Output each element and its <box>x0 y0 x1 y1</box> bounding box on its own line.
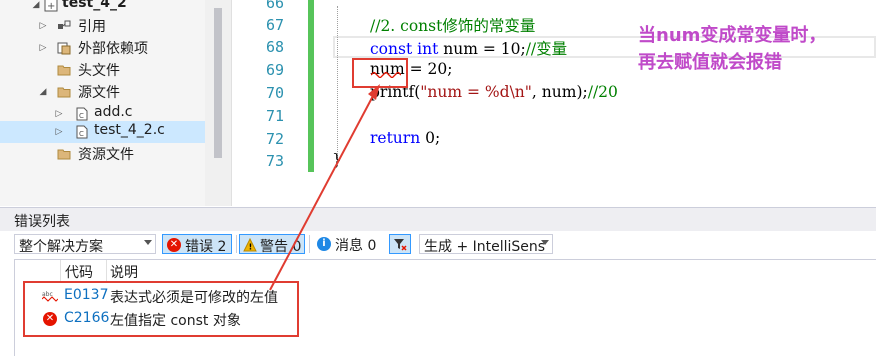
project-icon: + <box>44 0 58 12</box>
tree-item-external-deps[interactable]: ▷ 外部依赖项 <box>0 37 205 59</box>
error-icon: ✕ <box>167 238 181 252</box>
code-text: 0; <box>425 129 441 147</box>
code-text: } <box>332 151 342 169</box>
line-number: 66 <box>265 0 284 12</box>
annotation-note: 当num变成常变量时， 再去赋值就会报错 <box>638 22 874 76</box>
code-comment: //变量 <box>525 40 568 58</box>
expander-icon[interactable]: ◢ <box>38 84 48 100</box>
errors-filter-button[interactable]: ✕ 错误 2 <box>162 234 232 255</box>
tree-item-source-files[interactable]: ◢ 源文件 <box>0 81 205 103</box>
tree-item-resource-files[interactable]: 资源文件 <box>0 143 205 165</box>
error-list-header: 错误列表 <box>0 207 876 232</box>
annotation-line: 再去赋值就会报错 <box>638 52 782 73</box>
errors-filter-label: 错误 2 <box>185 239 227 255</box>
code-text: , num); <box>531 83 588 101</box>
tree-item-label: test_4_2.c <box>94 122 165 138</box>
code-text: num = 10; <box>443 40 526 58</box>
line-number: 70 <box>265 84 284 102</box>
warnings-filter-button[interactable]: ! 警告 0 <box>239 234 305 255</box>
line-number: 67 <box>265 16 284 34</box>
change-tracking-bar <box>308 0 314 172</box>
annotation-line: 当num变成常变量时， <box>638 25 827 46</box>
code-line-68[interactable]: const int num = 10;//变量 <box>370 37 567 59</box>
svg-text:C: C <box>79 112 84 120</box>
column-separator[interactable] <box>106 260 107 282</box>
chevron-down-icon <box>144 240 152 245</box>
external-deps-icon <box>57 42 71 55</box>
filter-icon <box>394 239 407 251</box>
line-number: 73 <box>265 152 284 170</box>
vertical-scrollbar[interactable] <box>205 0 232 206</box>
svg-text:!: ! <box>249 243 253 252</box>
column-header-code[interactable]: 代码 <box>65 262 93 282</box>
code-comment: //2. const修饰的常变量 <box>370 17 536 35</box>
folder-icon <box>57 149 71 160</box>
scope-dropdown-value: 整个解决方案 <box>19 239 103 255</box>
tree-item-label: 头文件 <box>78 63 120 79</box>
tree-item-label: 引用 <box>78 19 106 35</box>
expander-icon[interactable]: ▷ <box>54 106 64 122</box>
line-number: 68 <box>265 38 284 56</box>
build-filter-value: 生成 + IntelliSens <box>424 239 546 255</box>
warning-icon: ! <box>243 238 257 252</box>
line-number: 72 <box>265 130 284 148</box>
tree-item-label: 源文件 <box>78 85 120 101</box>
toolbar-separator <box>236 235 237 253</box>
line-number: 71 <box>265 107 284 125</box>
tree-item-label: add.c <box>94 104 133 120</box>
c-file-icon: C <box>76 107 88 121</box>
references-icon <box>58 20 71 29</box>
expander-icon[interactable]: ▷ <box>38 40 48 56</box>
scrollbar-thumb[interactable] <box>214 8 222 158</box>
folder-icon <box>57 87 71 98</box>
folder-icon <box>57 65 71 76</box>
tree-item-references[interactable]: ▷ 引用 <box>0 15 205 37</box>
tree-item-label: test_4_2 <box>62 0 127 11</box>
code-line-73[interactable]: } <box>332 151 342 169</box>
code-keyword: int <box>417 40 439 58</box>
scope-dropdown[interactable]: 整个解决方案 <box>14 234 156 255</box>
info-icon: i <box>317 237 331 251</box>
tree-item-test-4-2-c[interactable]: ▷ C test_4_2.c <box>0 121 205 143</box>
tree-item-label: 资源文件 <box>78 147 134 163</box>
tree-item-header-files[interactable]: 头文件 <box>0 59 205 81</box>
messages-filter-label: 消息 0 <box>335 238 377 254</box>
warnings-filter-label: 警告 0 <box>260 239 302 255</box>
code-keyword: const <box>370 40 413 58</box>
expander-icon[interactable]: ▷ <box>54 124 64 140</box>
messages-filter-button[interactable]: i 消息 0 <box>313 234 383 254</box>
code-keyword: return <box>370 129 421 147</box>
expander-icon[interactable]: ◢ <box>31 0 41 13</box>
error-list-title: 错误列表 <box>14 214 70 230</box>
tree-item-project[interactable]: ◢ + test_4_2 <box>0 0 205 16</box>
build-filter-dropdown[interactable]: 生成 + IntelliSens <box>419 234 553 255</box>
highlight-box-code <box>352 58 408 88</box>
indent-guide <box>337 6 338 166</box>
column-separator[interactable] <box>60 260 61 282</box>
expander-icon[interactable]: ▷ <box>38 18 48 34</box>
tree-item-label: 外部依赖项 <box>78 41 148 57</box>
chevron-down-icon <box>541 240 549 245</box>
column-header-description[interactable]: 说明 <box>110 262 138 282</box>
filter-toggle-button[interactable] <box>389 234 411 254</box>
line-number: 69 <box>265 61 284 79</box>
svg-text:+: + <box>47 1 55 12</box>
code-comment: //20 <box>587 83 618 101</box>
toolbar-separator <box>309 235 310 253</box>
svg-text:C: C <box>79 130 84 138</box>
code-string: "num = %d\n" <box>420 83 532 101</box>
code-line-67[interactable]: //2. const修饰的常变量 <box>370 14 535 36</box>
c-file-icon: C <box>76 125 88 139</box>
code-line-72[interactable]: return 0; <box>370 129 440 147</box>
highlight-box-errors <box>23 281 299 337</box>
